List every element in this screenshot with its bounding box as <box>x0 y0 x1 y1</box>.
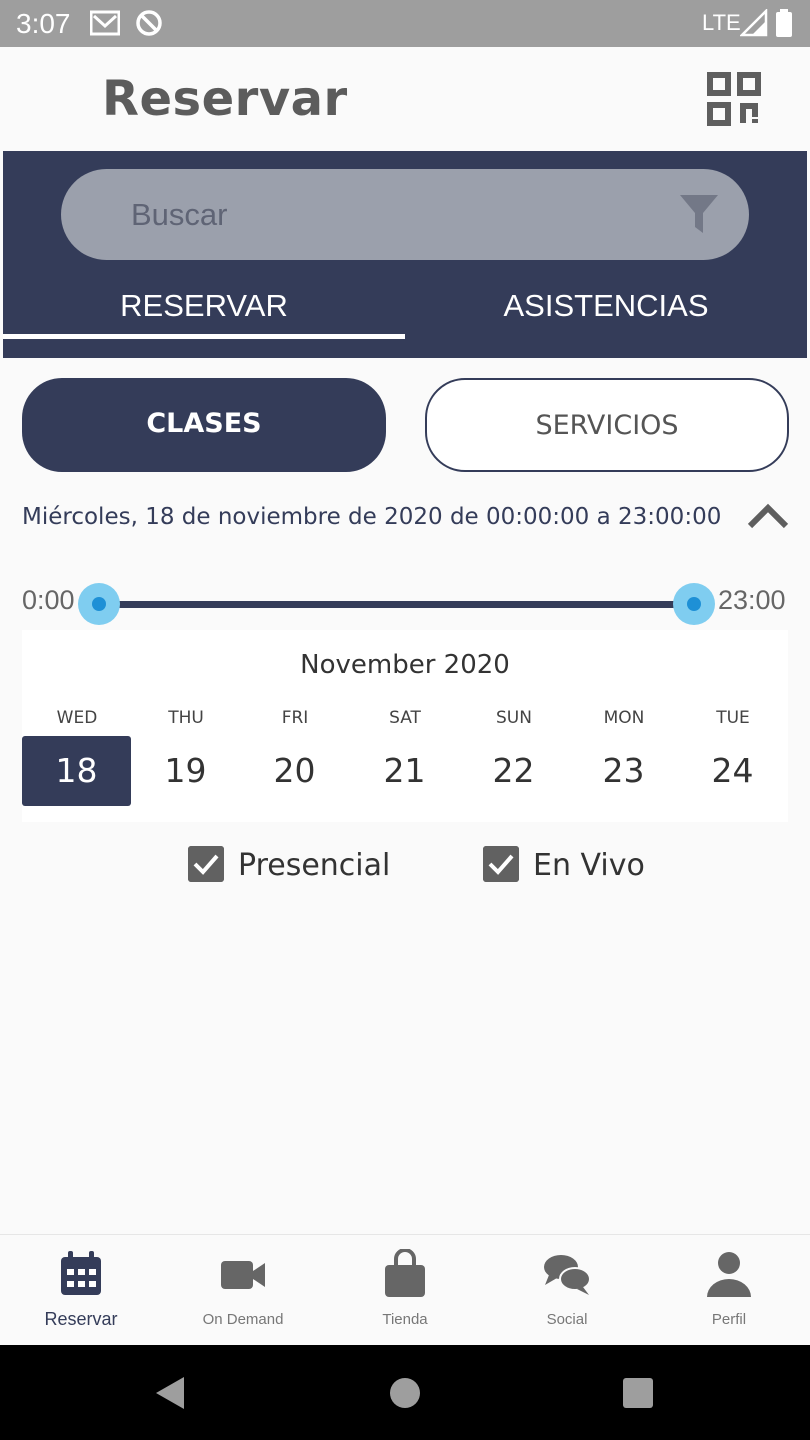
tab-reservar[interactable]: RESERVAR <box>3 288 405 324</box>
chat-bubbles-icon <box>544 1255 591 1295</box>
slider-min-label: 0:00 <box>22 585 75 615</box>
day-number: 24 <box>711 751 754 790</box>
signal-icon <box>740 9 768 37</box>
date-range-text: Miércoles, 18 de noviembre de 2020 de 00… <box>22 504 722 530</box>
week-calendar: November 2020 WED 18 THU 19 FRI 20 SAT 2… <box>22 630 788 822</box>
slider-end-handle[interactable] <box>673 583 715 625</box>
clases-button[interactable]: CLASES <box>22 378 386 472</box>
slider-start-handle[interactable] <box>78 583 120 625</box>
day-cell[interactable]: THU 19 <box>131 702 241 822</box>
filter-icon[interactable] <box>679 193 719 235</box>
day-number: 20 <box>273 751 316 790</box>
tab-asistencias[interactable]: ASISTENCIAS <box>405 288 807 324</box>
battery-icon <box>776 9 792 37</box>
gmail-icon <box>90 10 120 36</box>
chevron-up-icon[interactable] <box>746 500 790 532</box>
person-icon <box>707 1252 751 1297</box>
nav-label: On Demand <box>202 1311 284 1328</box>
recents-icon[interactable] <box>620 1375 656 1411</box>
nav-label: Reservar <box>44 1309 118 1329</box>
video-camera-icon <box>221 1261 265 1289</box>
checkbox-checked-icon <box>188 846 224 882</box>
shopping-bag-icon <box>385 1249 425 1297</box>
nav-tienda[interactable]: Tienda <box>324 1235 486 1346</box>
calendar-month: November 2020 <box>300 650 510 680</box>
back-icon[interactable] <box>152 1375 188 1411</box>
bottom-navigation: Reservar On Demand Tienda Social Perfil <box>0 1234 810 1345</box>
day-of-week: WED <box>56 708 98 728</box>
day-cell[interactable]: SAT 21 <box>350 702 460 822</box>
day-number: 21 <box>383 751 426 790</box>
nav-label: Tienda <box>382 1311 428 1328</box>
header-panel: RESERVAR ASISTENCIAS <box>3 151 807 358</box>
day-of-week: SAT <box>389 708 421 728</box>
search-bar <box>61 169 749 260</box>
day-of-week: MON <box>603 708 645 728</box>
status-bar: 3:07 LTE <box>0 0 810 47</box>
day-of-week: TUE <box>716 708 750 728</box>
nav-label: Perfil <box>711 1311 747 1328</box>
day-number: 23 <box>602 751 645 790</box>
day-cell[interactable]: WED 18 <box>22 702 132 822</box>
checkbox-checked-icon <box>483 846 519 882</box>
qr-code-icon[interactable] <box>706 71 762 127</box>
nav-on-demand[interactable]: On Demand <box>162 1235 324 1346</box>
day-cell[interactable]: SUN 22 <box>459 702 569 822</box>
en-vivo-label: En Vivo <box>533 848 645 883</box>
day-number: 18 <box>22 736 131 806</box>
slider-max-label: 23:00 <box>718 585 786 615</box>
day-number: 19 <box>164 751 207 790</box>
sync-off-icon <box>136 10 162 36</box>
nav-perfil[interactable]: Perfil <box>648 1235 810 1346</box>
day-cell[interactable]: MON 23 <box>569 702 679 822</box>
presencial-label: Presencial <box>238 848 391 883</box>
nav-reservar[interactable]: Reservar <box>0 1235 162 1346</box>
servicios-button[interactable]: SERVICIOS <box>425 378 789 472</box>
day-of-week: SUN <box>496 708 532 728</box>
home-icon[interactable] <box>387 1375 423 1411</box>
day-of-week: FRI <box>281 708 309 728</box>
nav-label: Social <box>546 1311 588 1328</box>
day-cell[interactable]: TUE 24 <box>678 702 788 822</box>
app-bar: Reservar <box>0 47 810 151</box>
day-number: 22 <box>492 751 535 790</box>
system-navigation-bar <box>0 1345 810 1440</box>
tab-indicator <box>3 334 405 339</box>
day-of-week: THU <box>168 708 204 728</box>
time-range-track[interactable] <box>100 601 694 608</box>
day-cell[interactable]: FRI 20 <box>240 702 350 822</box>
network-type: LTE <box>702 10 741 35</box>
search-input[interactable] <box>131 193 651 237</box>
page-title: Reservar <box>102 71 348 127</box>
calendar-icon <box>61 1251 101 1295</box>
status-time: 3:07 <box>16 8 71 39</box>
nav-social[interactable]: Social <box>486 1235 648 1346</box>
